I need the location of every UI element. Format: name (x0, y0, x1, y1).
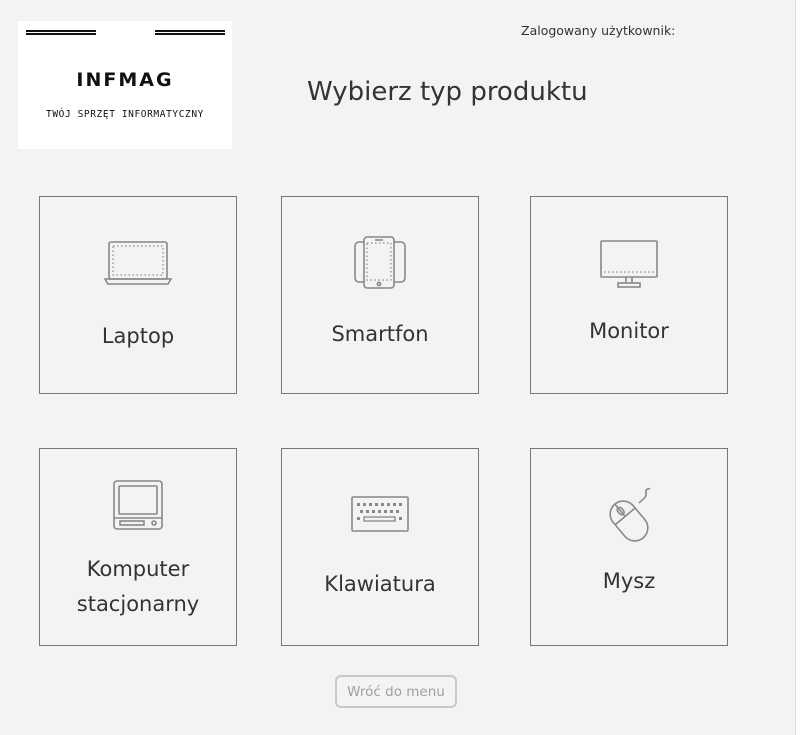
product-label: Mysz (602, 569, 656, 593)
desktop-computer-icon (40, 480, 236, 532)
monitor-icon (531, 239, 727, 289)
product-label-line-1: Komputer (86, 557, 190, 581)
logo-decor-line (26, 30, 96, 35)
product-label: Klawiatura (324, 572, 436, 596)
logo: INFMAG TWÓJ SPRZĘT INFORMATYCZNY (18, 21, 232, 149)
product-card-desktop-computer[interactable]: Komputer stacjonarny (39, 448, 237, 646)
product-card-mouse[interactable]: Mysz (530, 448, 728, 646)
window-edge (795, 0, 803, 735)
product-card-monitor[interactable]: Monitor (530, 196, 728, 394)
product-label: Smartfon (331, 322, 429, 346)
back-to-menu-button[interactable]: Wróć do menu (335, 675, 457, 708)
logo-decor-line (155, 30, 225, 35)
product-card-laptop[interactable]: Laptop (39, 196, 237, 394)
product-label: Monitor (589, 319, 669, 343)
logged-in-user-label: Zalogowany użytkownik: (521, 23, 676, 38)
product-label-line-2: stacjonarny (76, 592, 200, 616)
product-card-keyboard[interactable]: Klawiatura (281, 448, 479, 646)
smartphone-icon (282, 236, 478, 290)
logo-brand: INFMAG (76, 69, 174, 91)
keyboard-icon (282, 496, 478, 532)
logo-tagline: TWÓJ SPRZĘT INFORMATYCZNY (46, 109, 204, 120)
product-label: Laptop (101, 324, 175, 348)
page-title: Wybierz typ produktu (307, 77, 588, 107)
mouse-icon (531, 485, 727, 547)
laptop-icon (40, 239, 236, 287)
product-card-smartphone[interactable]: Smartfon (281, 196, 479, 394)
